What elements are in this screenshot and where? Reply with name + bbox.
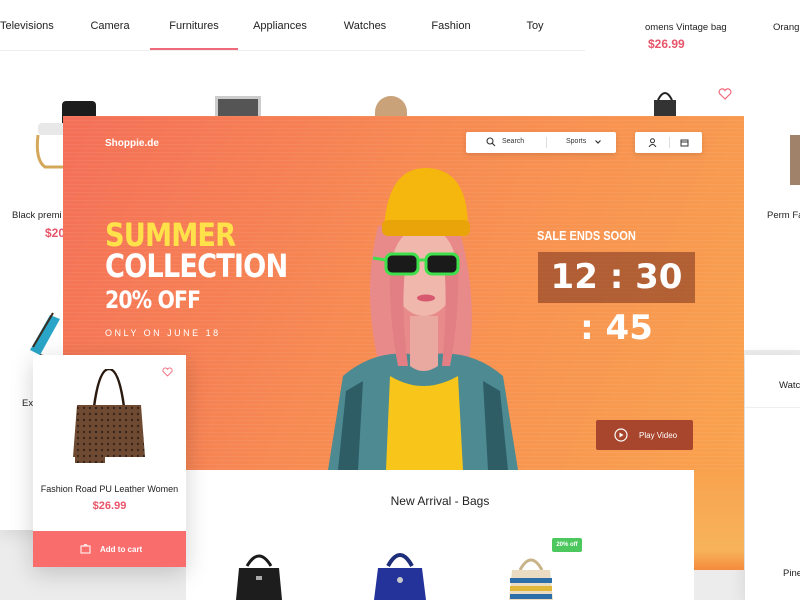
play-video-button[interactable]: Play Video [596, 420, 693, 450]
search-bar[interactable]: Search Sports [466, 132, 616, 153]
product-price: $26.99 [648, 37, 685, 51]
brand-logo[interactable]: Shoppie.de [105, 138, 159, 149]
search-input[interactable]: Search [502, 138, 524, 145]
heart-icon[interactable] [162, 367, 173, 377]
sale-countdown-title: SALE ENDS SOON [537, 228, 636, 243]
bag-image-black[interactable] [234, 548, 284, 600]
category-appliances[interactable]: Appliances [250, 0, 310, 50]
category-select[interactable]: Sports [566, 138, 586, 145]
bag-icon [80, 544, 91, 554]
chevron-down-icon[interactable] [594, 138, 602, 146]
discount-badge: 20% off [552, 538, 582, 552]
lamp-image [375, 96, 407, 116]
hero-banner-edge [694, 470, 744, 570]
add-to-cart-button[interactable]: Add to cart [33, 531, 186, 567]
category-nav: Televisions Camera Furnitures Appliances… [0, 0, 585, 51]
new-arrival-section: New Arrival - Bags 20% off [186, 470, 694, 600]
search-icon [486, 137, 496, 147]
category-televisions[interactable]: Televisions [0, 0, 54, 50]
countdown-timer: 12 : 30 : 45 [538, 252, 695, 348]
play-icon [614, 428, 628, 442]
product-name: omens Vintage bag [645, 22, 727, 33]
account-controls [635, 132, 702, 153]
product-name: Perm Fa [767, 210, 800, 221]
bag-image [790, 135, 800, 185]
hero-date: ONLY ON JUNE 18 [105, 328, 221, 338]
category-toy[interactable]: Toy [520, 0, 550, 50]
add-to-cart-label: Add to cart [100, 545, 143, 554]
product-price: $26.99 [92, 500, 127, 512]
background-product-panel-2: Watc Pine [745, 355, 800, 600]
category-fashion[interactable]: Fashion [428, 0, 474, 50]
calendar-icon[interactable] [680, 138, 689, 147]
category-camera[interactable]: Camera [85, 0, 135, 50]
model-image [328, 167, 518, 470]
category-furnitures[interactable]: Furnitures [150, 0, 238, 50]
product-name: Orang [773, 22, 800, 33]
product-name: Black premi [12, 210, 62, 221]
section-title: New Arrival - Bags [390, 494, 490, 508]
bag-image-navy[interactable] [372, 546, 428, 600]
category-watches[interactable]: Watches [340, 0, 390, 50]
bag-image [654, 92, 676, 118]
user-icon[interactable] [648, 138, 657, 147]
hero-headline-collection: COLLECTION [105, 247, 288, 285]
play-video-label: Play Video [639, 431, 678, 440]
product-image-handbag [73, 369, 145, 463]
bag-image-striped[interactable] [508, 554, 554, 600]
heart-icon[interactable] [718, 88, 732, 100]
featured-product-card[interactable]: Fashion Road PU Leather Women $26.99 Add… [33, 355, 186, 567]
category-label: Watc [779, 380, 800, 391]
product-name: Pine [783, 568, 800, 579]
hero-discount: 20% OFF [105, 286, 201, 314]
product-name[interactable]: Fashion Road PU Leather Women [33, 484, 186, 494]
product-name: Ex [22, 398, 34, 409]
